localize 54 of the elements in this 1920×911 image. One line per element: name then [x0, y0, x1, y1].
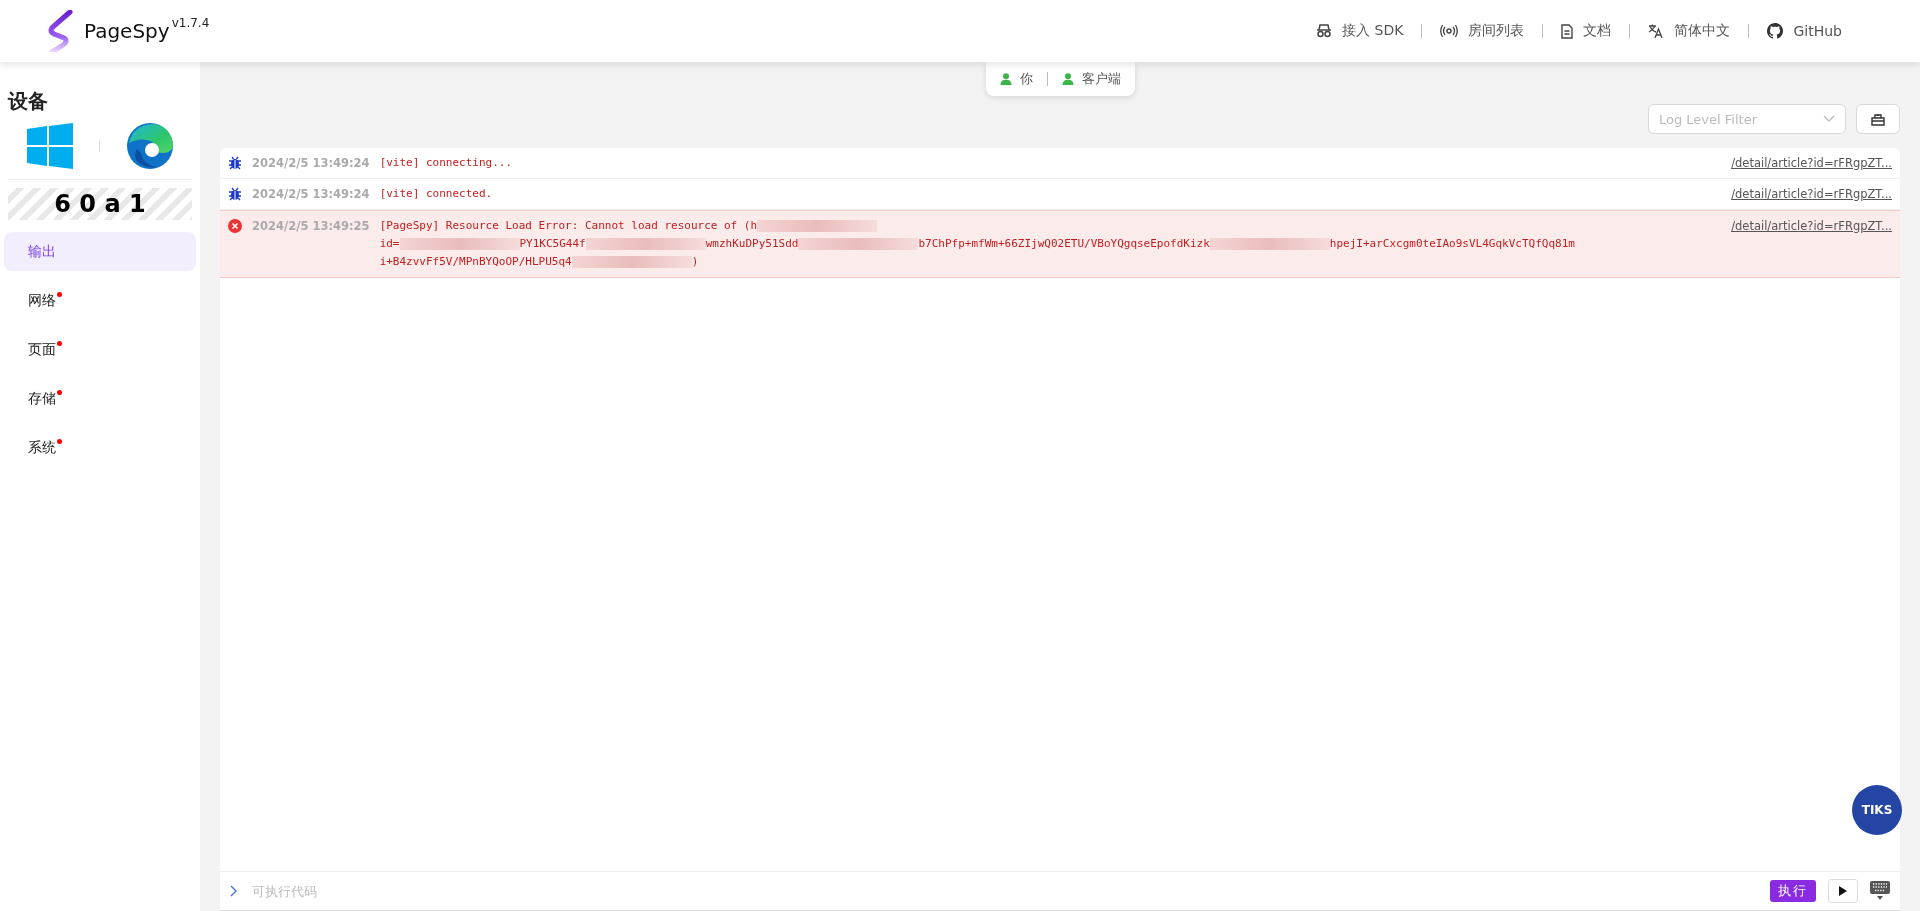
log-message: [vite] connected. [379, 186, 493, 202]
log-message: b7ChPfp+mfWm+66ZIjwQ02ETU/VBoYQgqseEpofdKizk [918, 236, 1210, 252]
sidebar-item[interactable]: 页面 [4, 330, 196, 369]
document-icon [1561, 23, 1574, 39]
sidebar-item[interactable]: 网络 [4, 281, 196, 320]
code-input[interactable]: 可执行代码 [250, 882, 1758, 900]
version-label: v1.7.4 [171, 16, 210, 30]
sidebar-title: 设备 [8, 88, 49, 115]
chevron-down-icon [1823, 115, 1835, 123]
app-name: PageSpy [84, 19, 170, 43]
broadcast-icon [1440, 24, 1459, 38]
play-icon [1839, 886, 1847, 896]
log-message: ) [691, 254, 699, 270]
toolbox-icon [1871, 112, 1885, 126]
log-message: hpejI+arCxcgm0teIAo9sVL4GqkVcTQfQq81m [1329, 236, 1575, 252]
log-message: wmzhKuDPy51Sdd [705, 236, 799, 252]
log-message: [PageSpy] Resource Load Error: Cannot load resource of (h [379, 218, 758, 234]
log-time: 2024/2/5 13:49:25 [252, 218, 370, 235]
keyboard-icon[interactable] [1870, 881, 1890, 901]
chevron-right-icon [230, 885, 238, 897]
bug-icon [228, 187, 242, 201]
device-id: 6 0 a 1 [8, 188, 192, 220]
error-icon [228, 219, 242, 233]
play-button[interactable] [1828, 879, 1858, 903]
nav-link[interactable]: 简体中文 [1630, 22, 1749, 40]
person-icon [1061, 73, 1074, 85]
sidebar-item[interactable]: 输出 [4, 232, 196, 271]
glasses-icon [1316, 24, 1333, 38]
person-icon [999, 73, 1012, 85]
peer-label: 你 [1019, 70, 1033, 88]
log-time: 2024/2/5 13:49:24 [252, 186, 370, 203]
source-link[interactable]: /detail/article?id=rFRgpZT... [1731, 154, 1892, 172]
github-icon [1767, 23, 1784, 39]
nav-link[interactable]: 文档 [1543, 22, 1630, 40]
source-link[interactable]: /detail/article?id=rFRgpZT... [1731, 217, 1892, 271]
translate-icon [1648, 23, 1665, 39]
logo-icon [46, 10, 74, 52]
clear-button[interactable] [1856, 104, 1900, 134]
bug-icon [228, 156, 242, 170]
browser-icon [126, 123, 173, 169]
log-message: [vite] connecting... [379, 155, 513, 171]
nav-link[interactable]: 房间列表 [1422, 22, 1543, 40]
log-time: 2024/2/5 13:49:24 [252, 155, 370, 172]
source-link[interactable]: /detail/article?id=rFRgpZT... [1731, 185, 1892, 203]
log-message: id= [379, 236, 400, 252]
run-button[interactable]: 执行 [1770, 880, 1816, 902]
log-message: PY1KC5G44f [519, 236, 586, 252]
nav-link[interactable]: 接入 SDK [1298, 22, 1422, 40]
windows-icon [27, 123, 74, 169]
sidebar-item[interactable]: 系统 [4, 428, 196, 467]
log-message: i+B4zvvFf5V/MPnBYQoOP/HLPU5q4 [379, 254, 572, 270]
sidebar-item[interactable]: 存储 [4, 379, 196, 418]
nav-link[interactable]: GitHub [1749, 23, 1860, 39]
peer-label: 客户端 [1081, 70, 1121, 88]
